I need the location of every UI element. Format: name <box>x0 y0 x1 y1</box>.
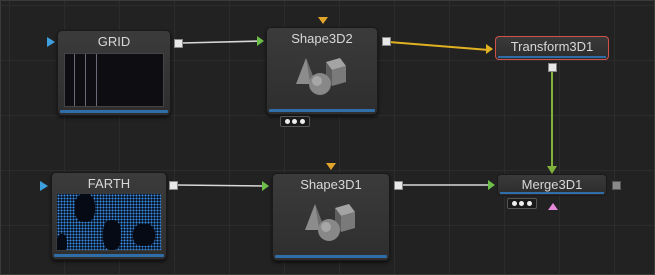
node-merge3d1-underline <box>500 192 604 194</box>
view-toggle-dot[interactable] <box>292 119 298 124</box>
view-toggle-dot[interactable] <box>526 201 532 206</box>
shape3d2-output-port[interactable] <box>382 37 391 46</box>
node-merge3d1[interactable]: Merge3D1 <box>497 174 607 196</box>
merge3d1-input-arrow[interactable] <box>488 180 495 190</box>
wire-grid-to-shape3d2 <box>181 40 263 44</box>
grid-thumbnail <box>64 53 164 107</box>
node-shape3d1-label: Shape3D1 <box>300 177 362 192</box>
node-merge3d1-label: Merge3D1 <box>521 177 583 192</box>
shape3d1-input-arrow[interactable] <box>326 163 336 170</box>
shape3d2-left-input[interactable] <box>257 36 264 46</box>
wire-shape3d2-to-transform3d1 <box>388 41 490 51</box>
node-shape3d1-underline <box>275 255 387 258</box>
node-grid-underline <box>60 110 168 113</box>
node-grid[interactable]: GRID <box>57 30 171 116</box>
node-transform3d1-label: Transform3D1 <box>510 39 594 54</box>
node-earth-underline <box>54 254 164 257</box>
view-toggle-dot[interactable] <box>285 119 291 124</box>
shape3d2-view-toggles[interactable] <box>280 116 310 127</box>
node-earth-label: FARTH <box>87 176 131 191</box>
view-toggle-dot[interactable] <box>299 119 305 124</box>
node-transform3d1-underline <box>498 56 606 58</box>
merge3d1-output-port[interactable] <box>612 181 621 190</box>
earth-input-arrow[interactable] <box>40 181 48 191</box>
view-toggle-dot[interactable] <box>519 201 525 206</box>
shape3d2-input-arrow[interactable] <box>318 17 328 24</box>
view-toggle-dot[interactable] <box>512 201 518 206</box>
grid-output-port[interactable] <box>174 39 183 48</box>
node-transform3d1[interactable]: Transform3D1 <box>495 36 609 60</box>
transform3d1-output-port[interactable] <box>548 63 557 72</box>
grid-input-arrow[interactable] <box>47 37 55 47</box>
node-shape3d2-label: Shape3D2 <box>291 31 353 46</box>
earth-output-port[interactable] <box>169 181 178 190</box>
merge3d1-view-toggles[interactable] <box>507 198 537 209</box>
node-shape3d1[interactable]: Shape3D1 <box>272 173 390 261</box>
wire-earth-to-shape3d1 <box>175 184 267 187</box>
node-shape3d2[interactable]: Shape3D2 <box>266 27 378 115</box>
shape3d-icon <box>305 204 355 241</box>
transform3d1-input-arrow[interactable] <box>486 44 493 54</box>
node-earth[interactable]: FARTH <box>51 172 167 260</box>
shape3d1-output-port[interactable] <box>394 181 403 190</box>
earth-thumbnail <box>56 193 162 251</box>
shape3d1-left-input[interactable] <box>262 181 269 191</box>
shape3d-icon <box>296 58 346 95</box>
merge3d1-bottom-input[interactable] <box>548 203 558 210</box>
node-grid-label: GRID <box>97 34 131 49</box>
wire-arrow-down-merge <box>547 166 557 174</box>
node-shape3d2-underline <box>269 109 375 112</box>
